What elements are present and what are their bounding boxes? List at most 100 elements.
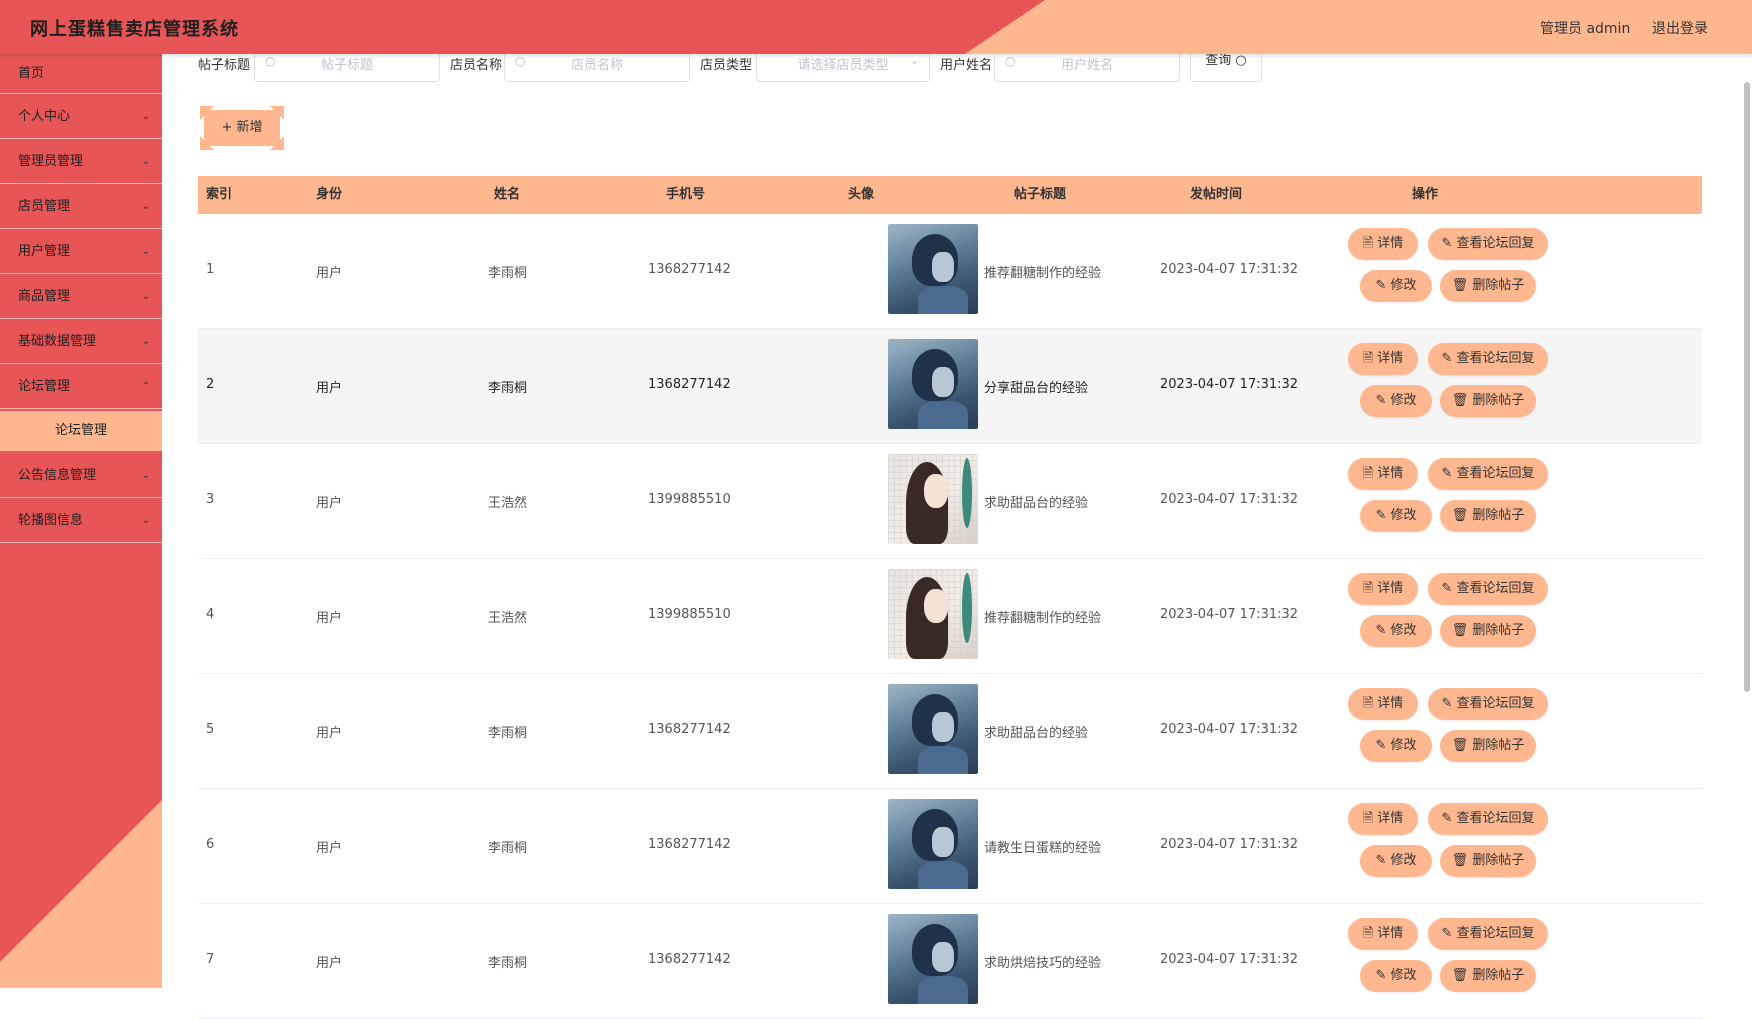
detail-button[interactable]: 🗎 详情 (1348, 343, 1418, 375)
edit-button[interactable]: ✎ 修改 (1360, 270, 1432, 302)
sidebar-item[interactable]: 店员管理 ⌄ (0, 184, 162, 229)
view-reply-button[interactable]: ✎ 查看论坛回复 (1428, 918, 1548, 950)
view-reply-button[interactable]: ✎ 查看论坛回复 (1428, 803, 1548, 835)
sidebar-item[interactable]: 管理员管理 ⌄ (0, 139, 162, 184)
edit-button-label: 修改 (1390, 623, 1417, 638)
cell-role: 用户 (316, 496, 343, 511)
delete-button[interactable]: 🗑 删除帖子 (1440, 615, 1536, 647)
trash-icon: 🗑 (1451, 393, 1473, 408)
cell-phone: 1368277142 (648, 837, 731, 852)
cell-role: 用户 (316, 266, 343, 281)
sidebar-item[interactable]: 用户管理 ⌄ (0, 229, 162, 274)
edit-button[interactable]: ✎ 修改 (1360, 730, 1432, 762)
table-row: 1 用户 李雨桐 1368277142 推荐翻糖制作的经验 2023-04-07 17:3… (198, 214, 1702, 329)
chevron-icon: ⌃ (141, 381, 150, 392)
sidebar-item[interactable]: 基础数据管理 ⌄ (0, 319, 162, 364)
cell-name: 李雨桐 (488, 726, 528, 741)
document-icon: 🗎 (1362, 811, 1378, 826)
detail-button[interactable]: 🗎 详情 (1348, 573, 1418, 605)
avatar-face (932, 252, 954, 282)
header-phone: 手机号 (666, 187, 706, 202)
cell-time: 2023-04-07 17:31:32 (1160, 837, 1299, 852)
edit-button[interactable]: ✎ 修改 (1360, 845, 1432, 877)
cell-name: 李雨桐 (488, 841, 528, 856)
pen-icon: ✎ (1375, 623, 1391, 638)
detail-button[interactable]: 🗎 详情 (1348, 918, 1418, 950)
app-title: 网上蛋糕售卖店管理系统 (30, 19, 239, 40)
header-name: 姓名 (494, 187, 521, 202)
detail-button-label: 详情 (1377, 581, 1404, 596)
edit-button[interactable]: ✎ 修改 (1360, 615, 1432, 647)
cell-index: 1 (206, 262, 215, 277)
user-label: 用户姓名 (940, 58, 993, 73)
delete-button[interactable]: 🗑 删除帖子 (1440, 500, 1536, 532)
document-icon: 🗎 (1362, 466, 1378, 481)
chevron-icon: ⌄ (141, 246, 150, 257)
add-button[interactable]: + 新增 (200, 106, 284, 150)
detail-button[interactable]: 🗎 详情 (1348, 228, 1418, 260)
delete-button-label: 删除帖子 (1472, 738, 1525, 753)
view-reply-button[interactable]: ✎ 查看论坛回复 (1428, 228, 1548, 260)
detail-button[interactable]: 🗎 详情 (1348, 803, 1418, 835)
cell-name: 王浩然 (488, 496, 528, 511)
pen-icon: ✎ (1375, 508, 1391, 523)
sidebar-item[interactable]: 轮播图信息 ⌄ (0, 498, 162, 543)
avatar-face (932, 827, 954, 857)
scrollbar[interactable] (1744, 82, 1750, 692)
cell-phone: 1368277142 (648, 722, 731, 737)
view-reply-button[interactable]: ✎ 查看论坛回复 (1428, 573, 1548, 605)
avatar-face (924, 474, 948, 508)
edit-button[interactable]: ✎ 修改 (1360, 500, 1432, 532)
sidebar-item[interactable]: 个人中心 ⌄ (0, 94, 162, 139)
sidebar-item-label: 商品管理 (18, 289, 71, 304)
delete-button[interactable]: 🗑 删除帖子 (1440, 270, 1536, 302)
delete-button[interactable]: 🗑 删除帖子 (1440, 385, 1536, 417)
sidebar-item[interactable]: 首页 (0, 54, 162, 94)
avatar-body (918, 976, 968, 1004)
avatar-face (924, 589, 948, 623)
edit-button[interactable]: ✎ 修改 (1360, 385, 1432, 417)
trash-icon: 🗑 (1451, 508, 1473, 523)
edit-button-label: 修改 (1390, 738, 1417, 753)
sidebar-item[interactable]: 商品管理 ⌄ (0, 274, 162, 319)
cell-name: 李雨桐 (488, 956, 528, 971)
document-icon: 🗎 (1362, 236, 1378, 251)
delete-button[interactable]: 🗑 删除帖子 (1440, 845, 1536, 877)
sidebar-subitem-forum[interactable]: 论坛管理 (0, 411, 162, 451)
delete-button[interactable]: 🗑 删除帖子 (1440, 960, 1536, 992)
view-reply-button[interactable]: ✎ 查看论坛回复 (1428, 458, 1548, 490)
view-reply-button-label: 查看论坛回复 (1456, 926, 1535, 941)
staff-label: 店员名称 (450, 58, 503, 73)
view-reply-button-label: 查看论坛回复 (1456, 351, 1535, 366)
avatar-body (918, 286, 968, 314)
sidebar-item-label: 用户管理 (18, 244, 71, 259)
trash-icon: 🗑 (1451, 968, 1473, 983)
view-reply-button-label: 查看论坛回复 (1456, 466, 1535, 481)
document-icon: 🗎 (1362, 351, 1378, 366)
avatar-face (932, 367, 954, 397)
staff-placeholder: 店员名称 (570, 58, 623, 73)
cell-title: 求助甜品台的经验 (984, 726, 1089, 741)
view-reply-button[interactable]: ✎ 查看论坛回复 (1428, 688, 1548, 720)
chevron-down-icon: ⌄ (909, 54, 919, 67)
pen-icon: ✎ (1375, 853, 1391, 868)
delete-button[interactable]: 🗑 删除帖子 (1440, 730, 1536, 762)
detail-button[interactable]: 🗎 详情 (1348, 688, 1418, 720)
delete-button-label: 删除帖子 (1472, 623, 1525, 638)
logout-link[interactable]: 退出登录 (1652, 18, 1708, 38)
sidebar-item[interactable]: 公告信息管理 ⌄ (0, 453, 162, 498)
table-row: 2 用户 李雨桐 1368277142 分享甜品台的经验 2023-04-07 17:31… (198, 329, 1702, 444)
avatar-face (932, 712, 954, 742)
detail-button-label: 详情 (1377, 926, 1404, 941)
avatar-image (888, 799, 978, 889)
cell-title: 分享甜品台的经验 (984, 381, 1089, 396)
edit-button[interactable]: ✎ 修改 (1360, 960, 1432, 992)
document-icon: 🗎 (1362, 696, 1378, 711)
sidebar-item[interactable]: 论坛管理 ⌃ (0, 364, 162, 409)
cell-name: 李雨桐 (488, 266, 528, 281)
sidebar-item-label: 管理员管理 (18, 154, 84, 169)
view-reply-button[interactable]: ✎ 查看论坛回复 (1428, 343, 1548, 375)
cell-index: 5 (206, 722, 215, 737)
detail-button[interactable]: 🗎 详情 (1348, 458, 1418, 490)
cell-phone: 1368277142 (648, 377, 731, 392)
